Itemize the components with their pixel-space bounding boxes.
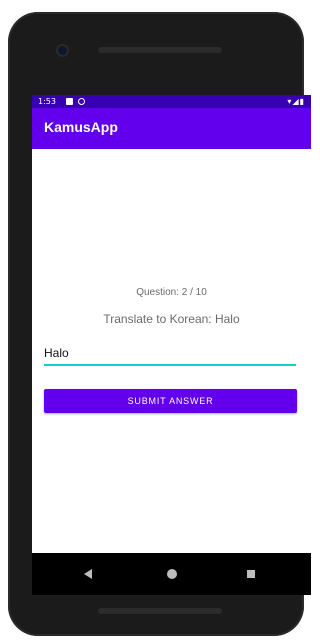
quiz-content: Question: 2 / 10 Translate to Korean: Ha…	[32, 149, 311, 553]
answer-input[interactable]	[44, 344, 296, 366]
earpiece-speaker	[98, 47, 222, 53]
submit-answer-button[interactable]: SUBMIT ANSWER	[44, 389, 297, 413]
phone-frame: 1:53 ▾◢▮ KamusApp Question: 2 / 10 Trans…	[8, 12, 311, 636]
translate-prompt: Translate to Korean: Halo	[103, 312, 240, 326]
front-camera	[58, 46, 67, 55]
nav-bar	[32, 553, 311, 595]
back-icon[interactable]	[84, 569, 92, 579]
sync-icon	[78, 98, 85, 105]
status-bar: 1:53 ▾◢▮	[32, 95, 311, 108]
status-right-icons: ▾◢▮	[287, 97, 305, 106]
home-icon[interactable]	[167, 569, 177, 579]
question-counter: Question: 2 / 10	[136, 287, 207, 298]
bottom-speaker	[98, 608, 222, 614]
device-screen: 1:53 ▾◢▮ KamusApp Question: 2 / 10 Trans…	[32, 95, 311, 595]
status-time: 1:53	[38, 97, 56, 106]
sd-card-icon	[66, 98, 73, 105]
app-title: KamusApp	[44, 119, 118, 135]
recents-icon[interactable]	[247, 570, 255, 578]
app-bar: KamusApp	[32, 108, 311, 149]
